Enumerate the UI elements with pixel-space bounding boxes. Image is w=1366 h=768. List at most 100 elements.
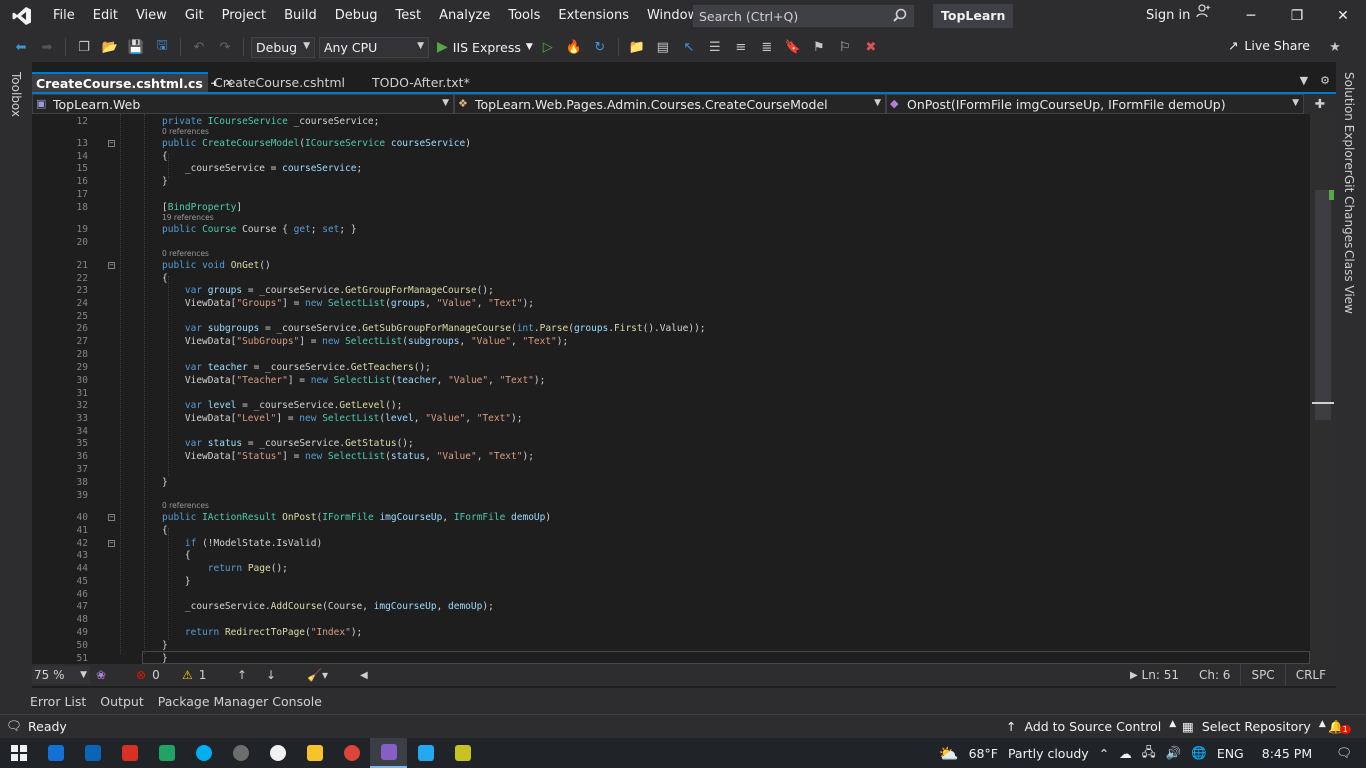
menu-file[interactable]: File [44, 0, 84, 32]
char-number[interactable]: Ch: 6 [1189, 664, 1240, 686]
refresh-icon[interactable]: ↻ [589, 36, 611, 58]
code-editor[interactable]: 12 private ICourseService _courseService;… [32, 114, 1310, 664]
next-bookmark-icon[interactable]: ⚐ [834, 36, 856, 58]
scrollbar-thumb[interactable] [1315, 190, 1331, 420]
configuration-select[interactable]: Debug ▼ [251, 36, 315, 58]
tab-createcourse-cshtml-cs[interactable]: CreateCourse.cshtml.cs ⫣ ✕ [32, 72, 233, 92]
tab-output[interactable]: Output [100, 694, 143, 709]
menu-tools[interactable]: Tools [499, 0, 549, 32]
tab-todo-after[interactable]: TODO-After.txt* [366, 72, 496, 92]
menu-build[interactable]: Build [275, 0, 326, 32]
code-line[interactable]: 37 [32, 464, 1310, 476]
code-line[interactable]: 50} [32, 640, 1310, 652]
code-line[interactable]: 49 return RedirectToPage("Index"); [32, 627, 1310, 639]
file-explorer-icon[interactable] [296, 738, 333, 768]
start-without-debugging-icon[interactable]: ▷ [537, 36, 559, 58]
next-issue-icon[interactable]: ↓ [266, 668, 276, 682]
close-button[interactable]: ✕ [1320, 0, 1366, 32]
references-count[interactable]: 0 references [162, 501, 209, 510]
menu-git[interactable]: Git [176, 0, 213, 32]
platform-select[interactable]: Any CPU ▼ [319, 36, 429, 58]
outlook-icon[interactable] [74, 738, 111, 768]
navigate-back-icon[interactable]: ⬅ [10, 36, 32, 58]
user-feedback-icon[interactable] [1196, 0, 1212, 32]
clock[interactable]: 8:45 PM [1262, 746, 1312, 761]
google-drive-icon[interactable] [148, 738, 185, 768]
scroll-left-icon[interactable]: ◀ [360, 670, 368, 681]
code-line[interactable]: 29 var teacher = _courseService.GetTeach… [32, 362, 1310, 374]
code-line[interactable]: 42 − if (!ModelState.IsValid) [32, 538, 1310, 550]
start-button[interactable] [0, 738, 37, 768]
weather-icon[interactable]: ⛅ [939, 744, 959, 763]
code-line[interactable]: 19 public Course Course { get; set; } [32, 224, 1310, 236]
new-project-icon[interactable]: ❐ [73, 36, 95, 58]
code-line[interactable]: 44 return Page(); [32, 563, 1310, 575]
code-line[interactable]: 30 ViewData["Teacher"] = new SelectList(… [32, 375, 1310, 387]
prev-bookmark-icon[interactable]: ⚑ [808, 36, 830, 58]
notifications-button[interactable]: 🔔 1 [1328, 719, 1351, 735]
code-line[interactable]: 33 ViewData["Level"] = new SelectList(le… [32, 413, 1310, 425]
live-share-button[interactable]: ↗ Live Share [1228, 38, 1310, 53]
code-line[interactable]: 38} [32, 477, 1310, 489]
gmail-icon[interactable] [111, 738, 148, 768]
gear-icon[interactable]: ⚙ [1320, 74, 1330, 87]
show-hidden-icons-icon[interactable]: ⌃ [1099, 746, 1109, 761]
weather-temp[interactable]: 68°F [969, 746, 998, 761]
chrome-icon[interactable] [333, 738, 370, 768]
hot-reload-icon[interactable]: 🔥 [563, 36, 585, 58]
feedback-icon[interactable]: ★ [1324, 36, 1346, 58]
collapse-icon[interactable]: − [108, 262, 115, 269]
minimize-button[interactable]: ─ [1228, 0, 1274, 32]
zoom-select[interactable]: 75 % ▼ [32, 666, 90, 684]
comment-icon[interactable]: ≡ [730, 36, 752, 58]
code-line[interactable]: 35 var status = _courseService.GetStatus… [32, 438, 1310, 450]
select-repository-button[interactable]: ▦ Select Repository ▲ [1182, 719, 1326, 734]
visual-studio-icon[interactable] [370, 738, 407, 768]
code-line[interactable]: 46 [32, 589, 1310, 601]
layout-icon[interactable]: ▤ [652, 36, 674, 58]
code-line[interactable]: 36 ViewData["Status"] = new SelectList(s… [32, 451, 1310, 463]
collapse-icon[interactable]: − [108, 140, 115, 147]
tab-list-icon[interactable]: ▼ [1300, 74, 1308, 87]
select-element-icon[interactable]: ↖ [678, 36, 700, 58]
menu-edit[interactable]: Edit [84, 0, 127, 32]
sign-in-button[interactable]: Sign in [1146, 0, 1212, 32]
clear-bookmarks-icon[interactable]: ✖ [860, 36, 882, 58]
restore-button[interactable]: ❐ [1274, 0, 1320, 32]
skype-icon[interactable] [185, 738, 222, 768]
code-line[interactable]: 21 − public void OnGet() [32, 260, 1310, 272]
menu-debug[interactable]: Debug [326, 0, 387, 32]
bookmark-icon[interactable]: 🔖 [782, 36, 804, 58]
type-dropdown[interactable]: ❖ TopLearn.Web.Pages.Admin.Courses.Creat… [454, 94, 886, 114]
code-line[interactable]: 25 [32, 311, 1310, 323]
code-line[interactable]: 47 _courseService.AddCourse(Course, imgC… [32, 601, 1310, 613]
code-cleanup-icon[interactable]: 🧹▾ [307, 668, 328, 682]
solution-explorer-tab[interactable]: Solution Explorer [1342, 72, 1356, 175]
code-line[interactable]: 16} [32, 176, 1310, 188]
save-all-icon[interactable]: 🖫 [151, 36, 173, 58]
git-tool-icon[interactable] [444, 738, 481, 768]
code-line[interactable]: 43 { [32, 550, 1310, 562]
split-editor-icon[interactable]: ✚ [1304, 94, 1336, 114]
visual-studio-logo-icon[interactable] [0, 0, 44, 32]
references-count[interactable]: 19 references [162, 213, 214, 222]
tab-createcourse-cshtml[interactable]: CreateCourse.cshtml [208, 72, 366, 92]
open-folder-icon[interactable]: 📂 [99, 36, 121, 58]
codelens-references[interactable]: 19 references [32, 213, 1310, 223]
code-line[interactable]: 27 ViewData["SubGroups"] = new SelectLis… [32, 336, 1310, 348]
code-line[interactable]: 26 var subgroups = _courseService.GetSub… [32, 323, 1310, 335]
collapse-icon[interactable]: − [108, 514, 115, 521]
code-line[interactable]: 51} [32, 653, 1310, 664]
language-globe-icon[interactable]: 🌐 [1191, 745, 1207, 761]
code-line[interactable]: 14 { [32, 151, 1310, 163]
save-icon[interactable]: 💾 [125, 36, 147, 58]
add-to-source-control-button[interactable]: ↑ Add to Source Control ▲ [1006, 719, 1176, 734]
run-button[interactable]: ▶ IIS Express ▼ [437, 39, 533, 55]
code-line[interactable]: 23 var groups = _courseService.GetGroupF… [32, 285, 1310, 297]
code-line[interactable]: 41 { [32, 525, 1310, 537]
code-line[interactable]: 28 [32, 349, 1310, 361]
redo-icon[interactable]: ↷ [214, 36, 236, 58]
member-dropdown[interactable]: ◆ OnPost(IFormFile imgCourseUp, IFormFil… [886, 94, 1304, 114]
navigate-forward-icon[interactable]: ➡ [36, 36, 58, 58]
github-icon[interactable] [259, 738, 296, 768]
